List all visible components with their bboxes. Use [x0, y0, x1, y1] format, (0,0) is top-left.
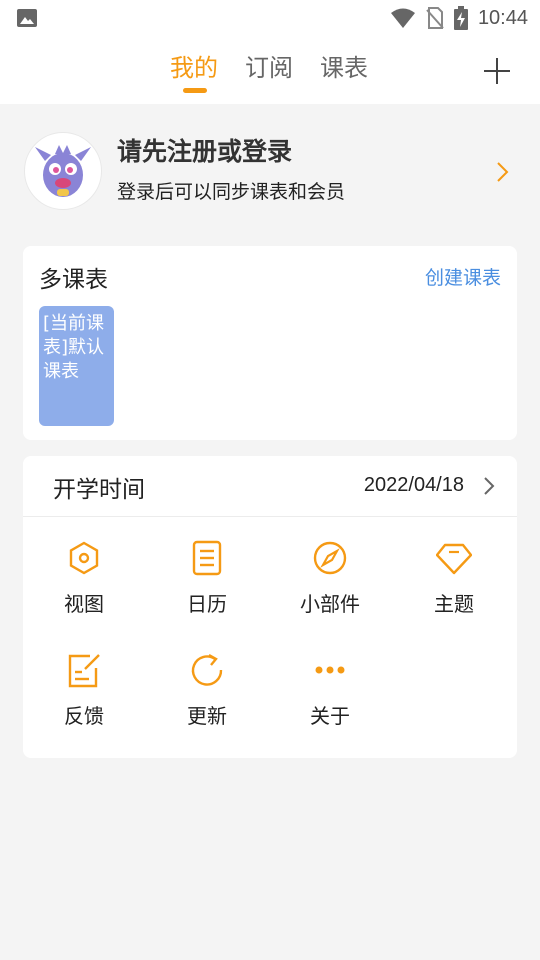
- menu-update-label: 更新: [187, 704, 227, 728]
- login-prompt-subtitle: 登录后可以同步课表和会员: [117, 181, 346, 203]
- tab-subscribe[interactable]: 订阅: [245, 48, 293, 83]
- create-schedule-link[interactable]: 创建课表: [425, 263, 501, 290]
- menu-view-label: 视图: [64, 592, 104, 616]
- monster-avatar-icon: [35, 145, 91, 197]
- refresh-icon: [191, 653, 223, 686]
- diamond-icon: [436, 543, 472, 575]
- menu-feedback[interactable]: 反馈: [34, 652, 134, 742]
- hexagon-icon: [69, 541, 99, 575]
- menu-theme-label: 主题: [434, 592, 474, 616]
- menu-calendar[interactable]: 日历: [157, 540, 257, 630]
- avatar[interactable]: [24, 132, 102, 210]
- wifi-icon: [390, 8, 415, 28]
- chevron-right-icon: [497, 162, 509, 182]
- login-prompt-title: 请先注册或登录: [117, 137, 293, 166]
- menu-calendar-label: 日历: [187, 592, 227, 616]
- semester-start-label: 开学时间: [53, 477, 145, 503]
- status-bar: 10:44: [0, 0, 540, 36]
- menu-update[interactable]: 更新: [157, 652, 257, 742]
- tab-mine[interactable]: 我的: [170, 48, 218, 83]
- chevron-right-icon: [484, 477, 495, 495]
- menu-about-label: 关于: [310, 704, 350, 728]
- semester-start-row[interactable]: 开学时间 2022/04/18: [23, 456, 517, 517]
- image-icon: [17, 9, 37, 27]
- edit-note-icon: [68, 654, 100, 688]
- settings-menu-card: 开学时间 2022/04/18 视图 日历 小部件 主题 反馈 更新 关于: [23, 456, 517, 758]
- semester-start-date: 2022/04/18: [363, 474, 464, 496]
- multi-schedule-card: 多课表 创建课表 [当前课表]默认课表: [23, 246, 517, 440]
- compass-icon: [313, 541, 347, 575]
- menu-view[interactable]: 视图: [34, 540, 134, 630]
- plus-icon[interactable]: [482, 56, 512, 86]
- more-dots-icon: [315, 666, 345, 674]
- document-icon: [192, 540, 222, 576]
- top-tab-bar: 我的 订阅 课表: [0, 36, 540, 104]
- status-time: 10:44: [477, 6, 528, 29]
- battery-charging-icon: [453, 6, 468, 30]
- schedule-tile-default[interactable]: [当前课表]默认课表: [39, 306, 114, 426]
- no-sim-icon: [426, 7, 444, 29]
- active-tab-indicator: [183, 88, 207, 93]
- tab-schedule[interactable]: 课表: [320, 48, 368, 83]
- menu-feedback-label: 反馈: [64, 704, 104, 728]
- multi-schedule-title: 多课表: [39, 267, 108, 293]
- menu-about[interactable]: 关于: [280, 652, 380, 742]
- profile-login-row[interactable]: 请先注册或登录 登录后可以同步课表和会员: [0, 104, 540, 234]
- menu-theme[interactable]: 主题: [404, 540, 504, 630]
- menu-widget-label: 小部件: [300, 592, 360, 616]
- menu-widget[interactable]: 小部件: [280, 540, 380, 630]
